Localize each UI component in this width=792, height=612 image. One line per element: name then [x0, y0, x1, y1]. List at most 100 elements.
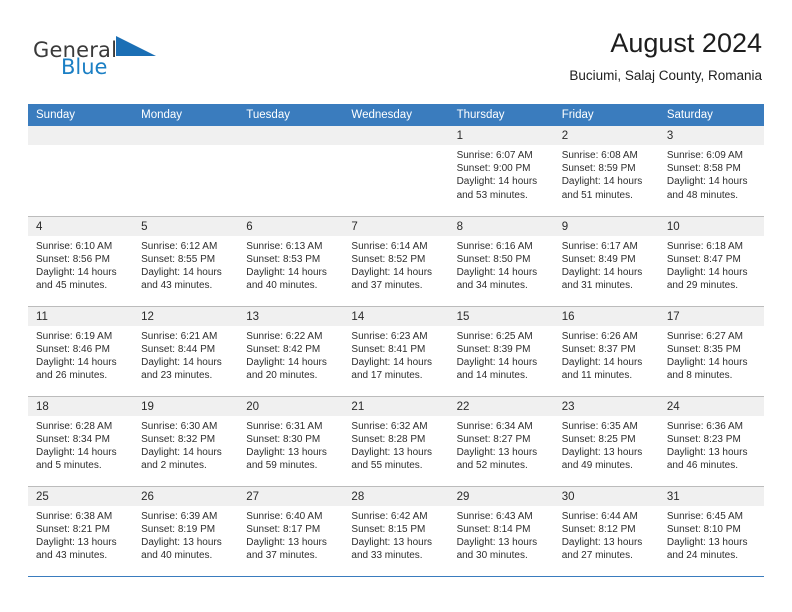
daylight-line-1: Daylight: 13 hours [561, 536, 643, 548]
day-number: 5 [133, 216, 239, 236]
calendar-day-cell[interactable]: 20 Sunrise: 6:31 AM Sunset: 8:30 PM Dayligh… [238, 395, 344, 486]
weekday-header-sunday: Sunday [28, 104, 134, 126]
sunrise-time: Sunrise: 6:21 AM [141, 330, 218, 342]
calendar-day-cell[interactable]: 29 Sunrise: 6:43 AM Sunset: 8:14 PM Dayligh… [448, 485, 554, 577]
calendar-page: General Blue August 2024 Buciumi, Salaj … [0, 0, 792, 612]
daylight-line-1: Daylight: 14 hours [141, 356, 222, 368]
daylight-line-1: Daylight: 13 hours [246, 536, 327, 548]
day-number: 20 [238, 396, 344, 416]
daylight-line-2: and 37 minutes. [351, 280, 423, 292]
daylight-line-2: and 5 minutes. [36, 460, 102, 472]
day-details: Sunrise: 6:36 AM Sunset: 8:23 PM Daylight:… [659, 416, 764, 473]
calendar-day-cell[interactable]: 13 Sunrise: 6:22 AM Sunset: 8:42 PM Dayligh… [238, 305, 344, 396]
calendar-day-cell[interactable]: 23 Sunrise: 6:35 AM Sunset: 8:25 PM Dayligh… [553, 395, 659, 486]
day-details: Sunrise: 6:39 AM Sunset: 8:19 PM Daylight:… [133, 506, 238, 563]
daylight-line-1: Daylight: 14 hours [351, 266, 433, 278]
sunset-time: Sunset: 8:49 PM [561, 253, 636, 265]
daylight-line-2: and 26 minutes. [36, 370, 108, 382]
day-number: 29 [448, 486, 554, 506]
calendar-day-cell[interactable]: 28 Sunrise: 6:42 AM Sunset: 8:15 PM Dayligh… [343, 485, 449, 577]
calendar-day-cell[interactable]: 24 Sunrise: 6:36 AM Sunset: 8:23 PM Dayligh… [658, 395, 764, 486]
sunset-time: Sunset: 8:41 PM [351, 343, 426, 355]
calendar-day-cell[interactable]: 25 Sunrise: 6:38 AM Sunset: 8:21 PM Dayligh… [28, 485, 134, 577]
sunrise-time: Sunrise: 6:43 AM [456, 510, 533, 522]
calendar-day-cell[interactable]: 4 Sunrise: 6:10 AM Sunset: 8:56 PM Daylight… [28, 215, 134, 306]
daylight-line-2: and 40 minutes. [141, 550, 213, 562]
sunset-time: Sunset: 8:44 PM [141, 343, 216, 355]
sunset-time: Sunset: 8:58 PM [666, 163, 741, 175]
calendar-day-cell[interactable]: 30 Sunrise: 6:44 AM Sunset: 8:12 PM Dayligh… [553, 485, 659, 577]
daylight-line-2: and 40 minutes. [246, 280, 318, 292]
weekday-header-tuesday: Tuesday [238, 104, 344, 126]
calendar-day-cell[interactable]: 9 Sunrise: 6:17 AM Sunset: 8:49 PM Daylight… [553, 215, 659, 306]
daylight-line-2: and 46 minutes. [666, 460, 739, 472]
day-details: Sunrise: 6:43 AM Sunset: 8:14 PM Daylight:… [449, 506, 554, 563]
sunrise-time: Sunrise: 6:44 AM [561, 510, 638, 522]
daylight-line-2: and 59 minutes. [246, 460, 318, 472]
calendar-day-cell[interactable]: 17 Sunrise: 6:27 AM Sunset: 8:35 PM Dayligh… [658, 305, 764, 396]
calendar-day-cell[interactable]: 10 Sunrise: 6:18 AM Sunset: 8:47 PM Dayligh… [658, 215, 764, 306]
day-details: Sunrise: 6:44 AM Sunset: 8:12 PM Daylight:… [554, 506, 659, 563]
sunrise-time: Sunrise: 6:31 AM [246, 420, 323, 432]
calendar-day-cell-empty [238, 126, 344, 216]
daylight-line-2: and 31 minutes. [561, 280, 633, 292]
calendar-day-cell-empty [133, 126, 239, 216]
daylight-line-1: Daylight: 14 hours [351, 356, 433, 368]
day-number [28, 126, 134, 145]
calendar-day-cell[interactable]: 7 Sunrise: 6:14 AM Sunset: 8:52 PM Daylight… [343, 215, 449, 306]
sunset-time: Sunset: 8:39 PM [456, 343, 531, 355]
day-details: Sunrise: 6:31 AM Sunset: 8:30 PM Daylight:… [238, 416, 343, 473]
calendar-day-cell[interactable]: 1 Sunrise: 6:07 AM Sunset: 9:00 PM Daylight… [448, 126, 554, 216]
sunset-time: Sunset: 9:00 PM [456, 163, 531, 175]
calendar-week-row: 11 Sunrise: 6:19 AM Sunset: 8:46 PM Dayligh… [28, 305, 764, 396]
calendar-day-cell[interactable]: 14 Sunrise: 6:23 AM Sunset: 8:41 PM Dayligh… [343, 305, 449, 396]
day-number: 24 [658, 396, 764, 416]
calendar-day-cell[interactable]: 12 Sunrise: 6:21 AM Sunset: 8:44 PM Dayligh… [133, 305, 239, 396]
calendar-day-cell[interactable]: 15 Sunrise: 6:25 AM Sunset: 8:39 PM Dayligh… [448, 305, 554, 396]
daylight-line-1: Daylight: 14 hours [36, 446, 117, 458]
sunrise-time: Sunrise: 6:32 AM [351, 420, 428, 432]
calendar-day-cell[interactable]: 16 Sunrise: 6:26 AM Sunset: 8:37 PM Dayligh… [553, 305, 659, 396]
sunrise-time: Sunrise: 6:09 AM [666, 150, 743, 161]
brand-logo[interactable]: General Blue [33, 34, 173, 84]
calendar-day-cell[interactable]: 2 Sunrise: 6:08 AM Sunset: 8:59 PM Daylight… [553, 126, 659, 216]
sunrise-time: Sunrise: 6:42 AM [351, 510, 428, 522]
daylight-line-2: and 43 minutes. [141, 280, 213, 292]
daylight-line-1: Daylight: 14 hours [456, 176, 538, 188]
day-details: Sunrise: 6:38 AM Sunset: 8:21 PM Daylight:… [28, 506, 133, 563]
day-number: 13 [238, 306, 344, 326]
day-details: Sunrise: 6:32 AM Sunset: 8:28 PM Daylight:… [343, 416, 448, 473]
day-details: Sunrise: 6:18 AM Sunset: 8:47 PM Daylight:… [659, 236, 764, 293]
day-details: Sunrise: 6:26 AM Sunset: 8:37 PM Daylight:… [554, 326, 659, 383]
sunrise-time: Sunrise: 6:17 AM [561, 240, 638, 252]
location-subtitle: Buciumi, Salaj County, Romania [569, 68, 762, 84]
day-details: Sunrise: 6:27 AM Sunset: 8:35 PM Daylight:… [659, 326, 764, 383]
calendar-day-cell[interactable]: 11 Sunrise: 6:19 AM Sunset: 8:46 PM Dayligh… [28, 305, 134, 396]
sunrise-time: Sunrise: 6:23 AM [351, 330, 428, 342]
calendar-day-cell[interactable]: 22 Sunrise: 6:34 AM Sunset: 8:27 PM Dayligh… [448, 395, 554, 486]
day-number: 23 [553, 396, 659, 416]
calendar-day-cell[interactable]: 8 Sunrise: 6:16 AM Sunset: 8:50 PM Daylight… [448, 215, 554, 306]
daylight-line-1: Daylight: 14 hours [141, 266, 222, 278]
day-number: 16 [553, 306, 659, 326]
sunrise-time: Sunrise: 6:39 AM [141, 510, 218, 522]
sunset-time: Sunset: 8:23 PM [666, 433, 741, 445]
day-details: Sunrise: 6:08 AM Sunset: 8:59 PM Daylight:… [554, 145, 659, 202]
sunrise-time: Sunrise: 6:12 AM [141, 240, 218, 252]
calendar-day-cell[interactable]: 19 Sunrise: 6:30 AM Sunset: 8:32 PM Dayligh… [133, 395, 239, 486]
daylight-line-2: and 53 minutes. [456, 189, 528, 201]
calendar-body: 1 Sunrise: 6:07 AM Sunset: 9:00 PM Daylight… [28, 126, 764, 577]
calendar-day-cell[interactable]: 3 Sunrise: 6:09 AM Sunset: 8:58 PM Daylight… [658, 126, 764, 216]
calendar-day-cell[interactable]: 5 Sunrise: 6:12 AM Sunset: 8:55 PM Daylight… [133, 215, 239, 306]
calendar-day-cell[interactable]: 21 Sunrise: 6:32 AM Sunset: 8:28 PM Dayligh… [343, 395, 449, 486]
triangle-flag-icon [114, 34, 158, 62]
calendar-day-cell[interactable]: 31 Sunrise: 6:45 AM Sunset: 8:10 PM Dayligh… [658, 485, 764, 577]
day-details: Sunrise: 6:21 AM Sunset: 8:44 PM Daylight:… [133, 326, 238, 383]
calendar-day-cell[interactable]: 18 Sunrise: 6:28 AM Sunset: 8:34 PM Dayligh… [28, 395, 134, 486]
calendar-day-cell[interactable]: 27 Sunrise: 6:40 AM Sunset: 8:17 PM Dayligh… [238, 485, 344, 577]
day-number: 21 [343, 396, 449, 416]
daylight-line-1: Daylight: 13 hours [351, 446, 433, 458]
calendar-day-cell[interactable]: 26 Sunrise: 6:39 AM Sunset: 8:19 PM Dayligh… [133, 485, 239, 577]
daylight-line-2: and 51 minutes. [561, 189, 633, 201]
calendar-day-cell[interactable]: 6 Sunrise: 6:13 AM Sunset: 8:53 PM Daylight… [238, 215, 344, 306]
